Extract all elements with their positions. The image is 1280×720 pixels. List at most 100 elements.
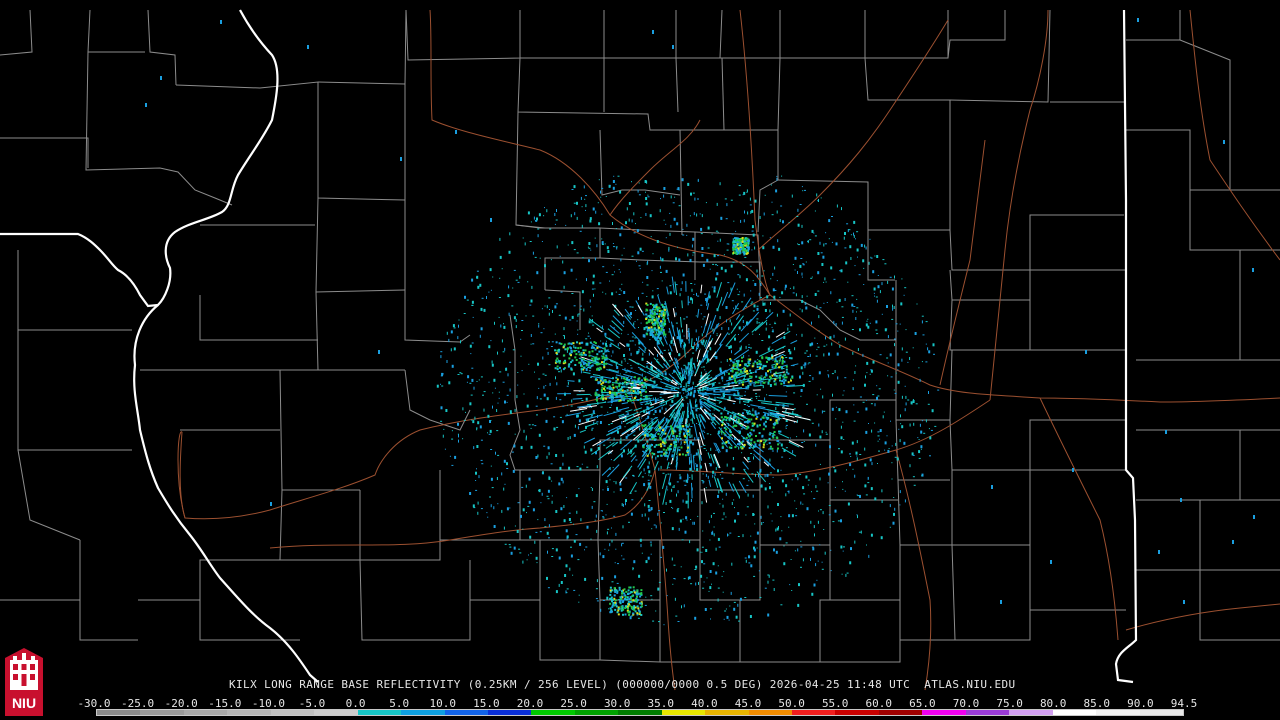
radar-echo-pixel — [897, 363, 900, 367]
radar-echo-pixel — [854, 540, 856, 544]
radar-echo-streak — [681, 300, 683, 309]
radar-echo-pixel — [457, 336, 459, 340]
radar-echo-pixel — [788, 222, 790, 224]
radar-echo-pixel — [586, 525, 589, 529]
radar-echo-pixel — [678, 353, 681, 357]
radar-echo-pixel — [631, 381, 634, 384]
radar-echo-pixel — [537, 234, 539, 238]
radar-echo-pixel — [899, 490, 901, 494]
radar-echo-pixel — [482, 394, 484, 396]
radar-echo-pixel — [546, 209, 548, 213]
radar-echo-pixel — [647, 465, 650, 469]
radar-echo-pixel — [442, 434, 444, 438]
radar-echo-pixel — [738, 413, 741, 416]
radar-echo-pixel — [607, 528, 610, 530]
radar-echo-pixel — [915, 403, 918, 405]
radar-echo-pixel — [845, 410, 848, 414]
radar-echo-pixel — [701, 501, 703, 505]
radar-echo-pixel — [678, 446, 680, 448]
radar-echo-pixel — [551, 341, 554, 343]
radar-echo-pixel — [673, 429, 676, 432]
radar-echo-pixel — [783, 545, 785, 547]
radar-echo-streak — [774, 345, 786, 352]
radar-echo-pixel — [613, 491, 615, 493]
radar-echo-pixel — [719, 474, 721, 476]
radar-echo-pixel — [731, 502, 733, 505]
radar-echo-pixel — [637, 319, 639, 321]
radar-echo-pixel — [715, 356, 718, 360]
radar-echo-pixel — [509, 361, 512, 363]
radar-echo-pixel — [546, 531, 549, 535]
radar-echo-pixel — [640, 602, 643, 605]
radar-echo-pixel — [752, 333, 754, 335]
radar-echo-pixel — [674, 578, 676, 580]
radar-echo-pixel — [674, 597, 676, 601]
county-line — [951, 544, 1031, 641]
radar-echo-pixel — [625, 499, 627, 502]
radar-echo-pixel — [794, 269, 796, 271]
radar-echo-pixel — [751, 249, 753, 251]
radar-echo-pixel — [476, 270, 479, 272]
radar-echo-pixel — [618, 385, 621, 388]
radar-echo-pixel — [754, 370, 757, 373]
radar-echo-pixel — [738, 379, 741, 382]
radar-echo-pixel — [729, 605, 731, 607]
radar-echo-pixel — [580, 341, 583, 344]
radar-echo-pixel — [931, 409, 934, 413]
radar-echo-pixel — [644, 390, 647, 393]
radar-echo-pixel — [781, 291, 784, 295]
radar-echo-pixel — [569, 319, 572, 321]
radar-echo-pixel — [849, 463, 852, 467]
radar-echo-pixel — [775, 375, 778, 377]
radar-echo-pixel — [746, 239, 749, 242]
radar-echo-pixel — [754, 360, 757, 363]
radar-echo-pixel — [749, 197, 751, 201]
radar-echo-pixel — [921, 475, 923, 477]
radar-echo-pixel — [546, 408, 548, 412]
radar-echo-pixel — [530, 343, 532, 345]
radar-echo-pixel — [630, 312, 632, 316]
radar-echo-pixel — [683, 441, 686, 444]
radar-echo-pixel — [578, 601, 580, 603]
radar-echo-pixel — [765, 356, 768, 359]
radar-echo-pixel — [589, 366, 592, 369]
radar-echo-pixel — [920, 445, 923, 449]
radar-echo-pixel — [585, 195, 587, 197]
radar-echo-pixel — [690, 391, 693, 395]
radar-echo-pixel — [600, 608, 602, 612]
radar-echo-pixel — [621, 590, 623, 593]
radar-echo-pixel — [658, 510, 661, 512]
radar-echo-streak — [667, 395, 674, 399]
radar-echo-pixel — [775, 407, 777, 410]
radar-echo-pixel — [772, 426, 775, 429]
radar-echo-pixel — [817, 346, 820, 348]
radar-echo-pixel — [602, 489, 604, 491]
radar-echo-pixel — [754, 246, 756, 250]
radar-echo-pixel — [686, 425, 689, 428]
radar-echo-pixel — [510, 551, 513, 555]
county-line — [0, 137, 89, 168]
radar-echo-pixel — [758, 570, 760, 572]
radar-echo-pixel — [690, 387, 693, 391]
radar-echo-pixel — [723, 407, 726, 409]
radar-echo-pixel — [925, 361, 928, 363]
radar-echo-pixel — [545, 385, 547, 387]
radar-echo-pixel — [894, 343, 895, 347]
radar-echo-pixel — [665, 237, 667, 239]
radar-echo-pixel — [870, 403, 873, 405]
radar-echo-pixel — [729, 414, 732, 417]
radar-echo-pixel — [567, 365, 570, 368]
radar-echo-pixel — [724, 269, 727, 273]
radar-echo-pixel — [531, 285, 533, 289]
radar-echo-pixel — [641, 357, 644, 361]
radar-echo-pixel — [513, 444, 516, 448]
radar-echo-pixel — [569, 521, 572, 523]
radar-echo-pixel — [818, 510, 819, 512]
radar-echo-pixel — [711, 413, 714, 415]
radar-echo-pixel — [867, 476, 869, 480]
radar-echo-pixel — [801, 333, 803, 337]
radar-echo-streak — [735, 319, 742, 326]
radar-echo-pixel — [752, 514, 755, 516]
radar-echo-pixel — [697, 515, 699, 517]
county-line — [829, 399, 896, 440]
